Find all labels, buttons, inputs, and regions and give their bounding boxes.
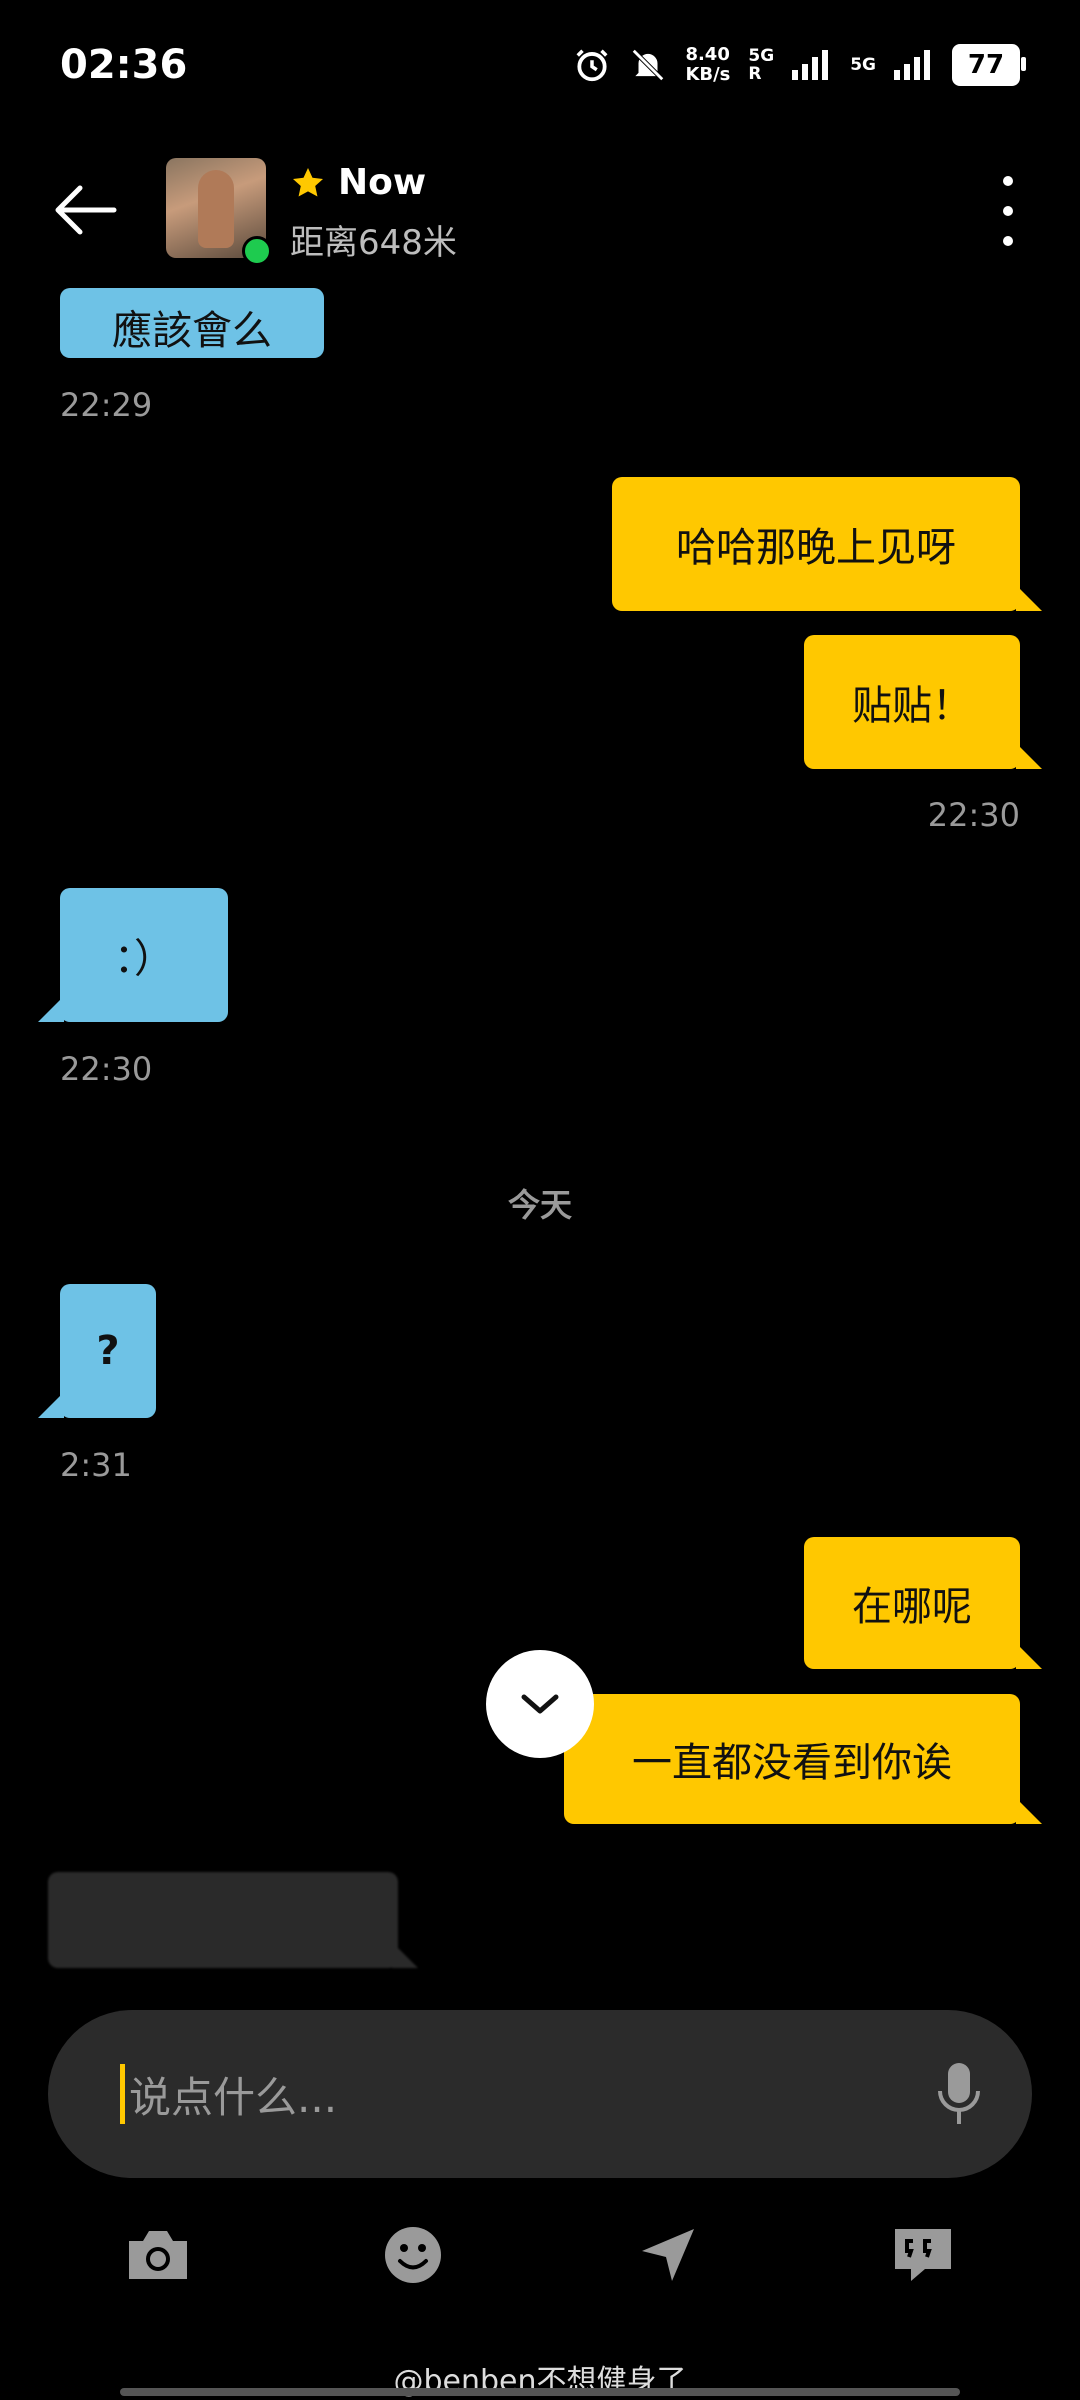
more-options-button[interactable] — [996, 176, 1020, 246]
quote-icon — [894, 2229, 951, 2281]
message-timestamp: 22:30 — [927, 796, 1020, 834]
message-outgoing[interactable]: 哈哈那晚上见呀 — [612, 477, 1042, 611]
emoji-icon — [384, 2227, 441, 2283]
signal-bars-icon — [894, 50, 930, 80]
scroll-to-bottom-button[interactable] — [486, 1650, 594, 1758]
status-time: 02:36 — [60, 42, 188, 88]
message-timestamp: 2:31 — [60, 1446, 132, 1484]
message-input[interactable]: 说点什么... — [48, 2010, 1032, 2178]
status-icons: 8.40 KB/s 5G R 5G 77 — [573, 44, 1026, 86]
message-outgoing[interactable]: 在哪呢 — [804, 1537, 1042, 1669]
camera-button[interactable] — [123, 2220, 193, 2290]
signal-2: 5G — [850, 55, 876, 75]
back-button[interactable] — [50, 180, 120, 240]
message-timestamp: 22:29 — [60, 386, 153, 424]
mute-bell-icon — [632, 49, 665, 81]
chevron-down-icon — [521, 1694, 559, 1714]
location-send-icon — [641, 2229, 694, 2281]
message-incoming[interactable]: ：） — [38, 888, 228, 1022]
day-separator: 今天 — [507, 1186, 572, 1224]
camera-icon — [128, 2231, 187, 2279]
battery-indicator: 77 — [952, 44, 1026, 86]
message-input-placeholder: 说点什么... — [129, 2072, 338, 2122]
chat-toolbar — [0, 2220, 1080, 2290]
contact-distance: 距离648米 — [290, 223, 457, 263]
alarm-icon — [576, 49, 608, 82]
online-indicator — [242, 236, 272, 266]
emoji-button[interactable] — [378, 2220, 448, 2290]
home-indicator[interactable] — [120, 2388, 960, 2396]
message-outgoing[interactable]: 一直都没看到你诶 — [564, 1694, 1042, 1824]
back-arrow-icon — [55, 185, 117, 235]
contact-name-row[interactable]: Now — [290, 162, 426, 203]
message-incoming[interactable]: 應該會么 — [60, 288, 324, 358]
message-incoming[interactable]: ? — [38, 1284, 156, 1418]
message-timestamp: 22:30 — [60, 1050, 153, 1088]
contact-name: Now — [338, 162, 427, 203]
net-speed: 8.40 KB/s — [685, 44, 731, 85]
quick-reply-button[interactable] — [888, 2220, 958, 2290]
message-outgoing[interactable]: 贴贴！ — [804, 635, 1042, 769]
star-icon — [293, 167, 323, 196]
message-outgoing-blurred[interactable] — [48, 1872, 418, 1968]
signal-bars-icon — [792, 50, 829, 80]
signal-1: 5G R — [748, 46, 775, 84]
send-location-button[interactable] — [633, 2220, 703, 2290]
microphone-icon[interactable] — [934, 2059, 984, 2129]
text-caret — [120, 2064, 125, 2124]
